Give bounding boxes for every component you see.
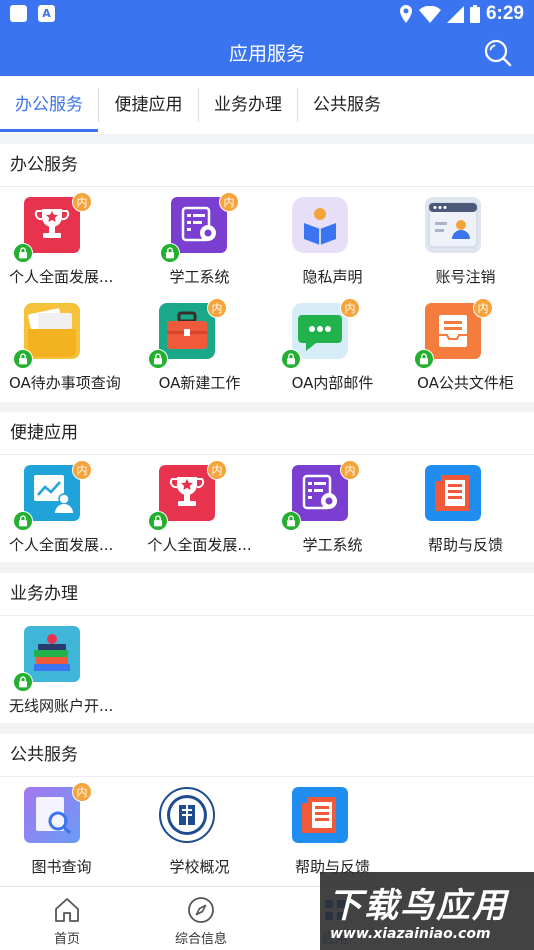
app-label: 图书查询: [31, 858, 92, 876]
system-settings-icon: 内: [160, 192, 239, 263]
section-title: 办公服务: [0, 144, 534, 187]
lock-icon: [13, 511, 33, 531]
newspaper-icon: [425, 465, 483, 523]
category-tabs: 办公服务 便捷应用 业务办理 公共服务: [0, 76, 534, 134]
reading-person-icon: [292, 197, 350, 255]
section-title: 公共服务: [0, 734, 534, 777]
app-label: OA内部邮件: [291, 374, 374, 392]
signal-icon: [446, 5, 464, 23]
tab-business[interactable]: 业务办理: [199, 76, 297, 134]
books-apple-icon: [13, 626, 82, 692]
search-icon[interactable]: [484, 39, 512, 67]
section-convenient: 便捷应用 内 个人全面发展... 内 个人全面发展... 内 学工系统 帮助与反…: [0, 412, 534, 562]
internal-badge: 内: [207, 460, 227, 480]
nav-home[interactable]: 首页: [0, 887, 134, 950]
app-item[interactable]: 内 OA公共文件柜: [399, 293, 532, 397]
nav-label: 首页: [53, 932, 80, 947]
newspaper-icon: [292, 787, 350, 845]
app-label: OA新建工作: [158, 374, 241, 392]
app-label: 个人全面发展...: [147, 536, 252, 554]
lock-icon: [160, 243, 180, 263]
app-item[interactable]: 内 图书查询: [0, 777, 133, 881]
section-public: 公共服务 内 图书查询 学校概况 帮助与反馈: [0, 734, 534, 886]
app-item[interactable]: 隐私声明: [266, 187, 399, 291]
internal-badge: 内: [72, 192, 92, 212]
account-window-icon: [425, 197, 483, 255]
lock-icon: [414, 349, 434, 369]
chart-person-icon: 内: [13, 460, 92, 531]
section-title: 业务办理: [0, 573, 534, 616]
app-label: OA待办事项查询: [9, 374, 121, 392]
location-icon: [399, 5, 412, 23]
internal-badge: 内: [72, 782, 92, 802]
university-seal-icon: [159, 787, 217, 845]
app-bar: 应用服务: [0, 28, 534, 76]
app-item[interactable]: 账号注销: [399, 187, 532, 291]
nav-info[interactable]: 综合信息: [134, 887, 268, 950]
notification-icon: [10, 5, 27, 22]
trophy-icon: 内: [13, 192, 92, 263]
battery-icon: [469, 5, 480, 23]
app-item[interactable]: 内 个人全面发展...: [0, 187, 133, 291]
app-item[interactable]: 内 OA新建工作: [133, 293, 266, 397]
section-business: 业务办理 无线网账户开...: [0, 573, 534, 723]
compass-icon: [188, 897, 214, 923]
app-label: 帮助与反馈: [427, 536, 503, 554]
app-label: 无线网账户开...: [9, 697, 114, 715]
folder-documents-icon: [13, 303, 82, 369]
briefcase-icon: 内: [148, 298, 227, 369]
status-bar: A 6:29: [0, 0, 534, 28]
clock: 6:29: [485, 3, 524, 24]
chat-bubble-icon: 内: [281, 298, 360, 369]
section-title: 便捷应用: [0, 412, 534, 455]
app-label: 个人全面发展...: [9, 536, 114, 554]
tab-public[interactable]: 公共服务: [298, 76, 396, 134]
app-item[interactable]: 内 学工系统: [266, 455, 399, 559]
watermark: 下载鸟应用 www.xiazainiao.com: [320, 872, 534, 950]
nav-label: 综合信息: [174, 932, 227, 947]
home-icon: [55, 898, 79, 922]
app-label: 账号注销: [435, 268, 496, 286]
book-search-icon: 内: [24, 782, 92, 845]
wifi-icon: [418, 5, 441, 23]
app-item[interactable]: 内 OA内部邮件: [266, 293, 399, 397]
keyboard-icon: A: [38, 5, 55, 22]
watermark-url: www.xiazainiao.com: [330, 926, 491, 942]
app-label: 隐私声明: [302, 268, 363, 286]
app-label: 学工系统: [169, 268, 230, 286]
lock-icon: [13, 672, 33, 692]
tab-convenient[interactable]: 便捷应用: [99, 76, 198, 134]
app-item[interactable]: 内 个人全面发展...: [0, 455, 133, 559]
page-title: 应用服务: [228, 43, 305, 65]
internal-badge: 内: [219, 192, 239, 212]
lock-icon: [148, 349, 168, 369]
internal-badge: 内: [340, 460, 360, 480]
internal-badge: 内: [473, 298, 493, 318]
lock-icon: [281, 511, 301, 531]
system-settings-icon: 内: [281, 460, 360, 531]
app-item[interactable]: 内 个人全面发展...: [133, 455, 266, 559]
trophy-icon: 内: [148, 460, 227, 531]
tab-office[interactable]: 办公服务: [0, 76, 98, 134]
section-office: 办公服务 内 个人全面发展... 内 学工系统 隐私声明 账号注销 OA待办事项…: [0, 144, 534, 402]
app-item[interactable]: 内 学工系统: [133, 187, 266, 291]
app-label: 个人全面发展...: [9, 268, 114, 286]
app-item[interactable]: 无线网账户开...: [0, 616, 133, 720]
app-label: 学工系统: [302, 536, 363, 554]
inbox-tray-icon: 内: [414, 298, 493, 369]
app-item[interactable]: 学校概况: [133, 777, 266, 881]
internal-badge: 内: [72, 460, 92, 480]
lock-icon: [13, 243, 33, 263]
lock-icon: [281, 349, 301, 369]
lock-icon: [148, 511, 168, 531]
app-label: 学校概况: [169, 858, 230, 876]
app-item[interactable]: 帮助与反馈: [399, 455, 532, 559]
lock-icon: [13, 349, 33, 369]
internal-badge: 内: [340, 298, 360, 318]
app-label: OA公共文件柜: [417, 374, 514, 392]
internal-badge: 内: [207, 298, 227, 318]
app-item[interactable]: 帮助与反馈: [266, 777, 399, 881]
watermark-title: 下载鸟应用: [328, 886, 508, 926]
app-item[interactable]: OA待办事项查询: [0, 293, 133, 397]
